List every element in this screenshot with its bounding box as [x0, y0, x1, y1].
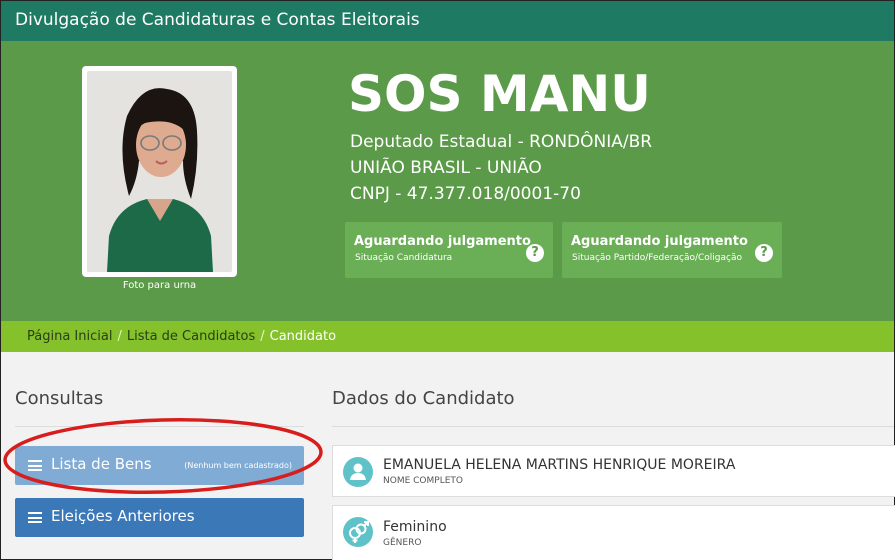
site-header: Divulgação de Candidaturas e Contas Elei… [1, 1, 894, 41]
status-title: Aguardando julgamento [571, 234, 748, 249]
status-subtitle: Situação Candidatura [355, 253, 453, 263]
sidebar-divider [15, 426, 304, 427]
field-full-name: EMANUELA HELENA MARTINS HENRIQUE MOREIRA… [332, 445, 895, 497]
candidate-office: Deputado Estadual - RONDÔNIA/BR [350, 132, 653, 152]
candidate-banner: Foto para urna SOS MANU Deputado Estadua… [1, 41, 894, 321]
assets-list-button[interactable]: Lista de Bens (Nenhum bem cadastrado) [15, 446, 304, 485]
gender-icon [343, 517, 373, 547]
assets-list-note: (Nenhum bem cadastrado) [184, 461, 292, 470]
assets-list-label: Lista de Bens [51, 455, 152, 473]
main-title: Dados do Candidato [332, 388, 515, 409]
breadcrumb-separator: / [260, 329, 265, 344]
status-subtitle: Situação Partido/Federação/Coligação [572, 253, 742, 263]
status-title: Aguardando julgamento [354, 234, 531, 249]
candidate-cnpj: CNPJ - 47.377.018/0001-70 [350, 184, 581, 204]
gender-value: Feminino [383, 519, 447, 535]
candidate-portrait-image [87, 71, 232, 272]
sidebar-title: Consultas [15, 388, 104, 409]
breadcrumb-candidate-list[interactable]: Lista de Candidatos [127, 329, 255, 344]
main-divider [332, 426, 894, 427]
candidate-photo-frame [82, 66, 237, 277]
candidate-party: UNIÃO BRASIL - UNIÃO [350, 158, 542, 178]
question-circle-icon[interactable]: ? [755, 244, 773, 262]
status-card-partido[interactable]: Aguardando julgamento Situação Partido/F… [562, 222, 782, 278]
breadcrumb-separator: / [117, 329, 122, 344]
status-card-candidatura[interactable]: Aguardando julgamento Situação Candidatu… [345, 222, 553, 278]
photo-caption: Foto para urna [122, 280, 197, 291]
previous-elections-button[interactable]: Eleições Anteriores [15, 498, 304, 537]
user-icon [343, 457, 373, 487]
previous-elections-label: Eleições Anteriores [51, 507, 195, 525]
breadcrumb: Página Inicial / Lista de Candidatos / Candi… [1, 321, 894, 352]
field-gender: Feminino GÊNERO [332, 505, 895, 560]
breadcrumb-home[interactable]: Página Inicial [27, 329, 112, 344]
list-icon [28, 512, 42, 523]
candidate-name: SOS MANU [348, 65, 651, 123]
breadcrumb-current: Candidato [269, 329, 337, 344]
question-circle-icon[interactable]: ? [526, 244, 544, 262]
gender-label: GÊNERO [383, 538, 422, 548]
candidate-photo [87, 71, 232, 272]
list-icon [28, 460, 42, 471]
full-name-value: EMANUELA HELENA MARTINS HENRIQUE MOREIRA [383, 457, 736, 473]
site-title: Divulgação de Candidaturas e Contas Elei… [15, 10, 420, 30]
full-name-label: NOME COMPLETO [383, 476, 463, 486]
